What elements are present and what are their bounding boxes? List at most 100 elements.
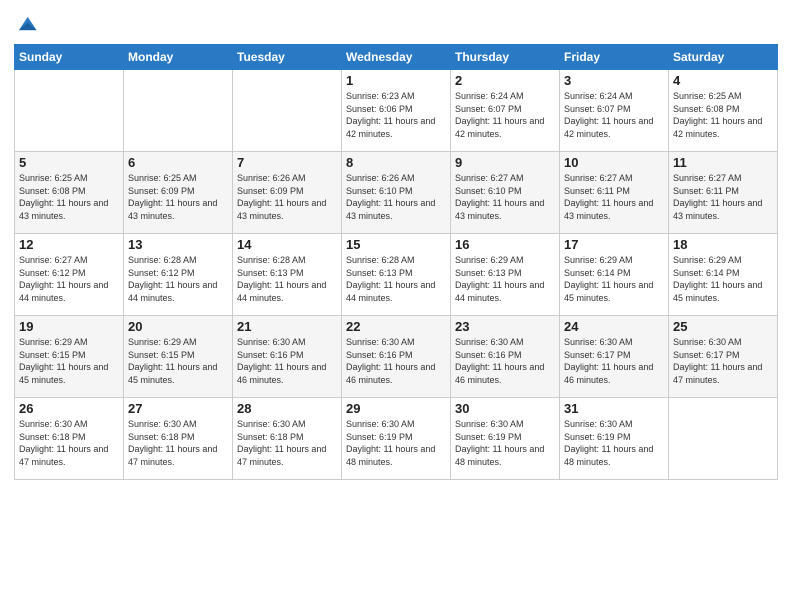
day-info: Sunrise: 6:30 AMSunset: 6:16 PMDaylight:… <box>237 336 337 386</box>
day-cell-19: 19 Sunrise: 6:29 AMSunset: 6:15 PMDayligh… <box>15 316 124 398</box>
day-number: 21 <box>237 319 337 334</box>
day-info: Sunrise: 6:23 AMSunset: 6:06 PMDaylight:… <box>346 90 446 140</box>
day-info: Sunrise: 6:30 AMSunset: 6:19 PMDaylight:… <box>455 418 555 468</box>
day-cell-14: 14 Sunrise: 6:28 AMSunset: 6:13 PMDayligh… <box>233 234 342 316</box>
day-cell-28: 28 Sunrise: 6:30 AMSunset: 6:18 PMDayligh… <box>233 398 342 480</box>
page: SundayMondayTuesdayWednesdayThursdayFrid… <box>0 0 792 612</box>
day-number: 8 <box>346 155 446 170</box>
day-cell-10: 10 Sunrise: 6:27 AMSunset: 6:11 PMDayligh… <box>560 152 669 234</box>
day-info: Sunrise: 6:27 AMSunset: 6:12 PMDaylight:… <box>19 254 119 304</box>
day-cell-3: 3 Sunrise: 6:24 AMSunset: 6:07 PMDaylight… <box>560 70 669 152</box>
day-cell-16: 16 Sunrise: 6:29 AMSunset: 6:13 PMDayligh… <box>451 234 560 316</box>
day-number: 19 <box>19 319 119 334</box>
day-info: Sunrise: 6:28 AMSunset: 6:13 PMDaylight:… <box>237 254 337 304</box>
day-cell-23: 23 Sunrise: 6:30 AMSunset: 6:16 PMDayligh… <box>451 316 560 398</box>
day-number: 9 <box>455 155 555 170</box>
weekday-header-saturday: Saturday <box>669 45 778 70</box>
day-info: Sunrise: 6:30 AMSunset: 6:18 PMDaylight:… <box>19 418 119 468</box>
day-number: 29 <box>346 401 446 416</box>
day-cell-1: 1 Sunrise: 6:23 AMSunset: 6:06 PMDaylight… <box>342 70 451 152</box>
header <box>14 10 778 36</box>
day-number: 13 <box>128 237 228 252</box>
day-cell-29: 29Sunrise: 6:30 AMSunset: 6:19 PMDayligh… <box>342 398 451 480</box>
day-number: 18 <box>673 237 773 252</box>
day-cell-17: 17 Sunrise: 6:29 AMSunset: 6:14 PMDayligh… <box>560 234 669 316</box>
day-number: 20 <box>128 319 228 334</box>
day-cell-7: 7 Sunrise: 6:26 AMSunset: 6:09 PMDaylight… <box>233 152 342 234</box>
day-cell-13: 13 Sunrise: 6:28 AMSunset: 6:12 PMDayligh… <box>124 234 233 316</box>
day-info: Sunrise: 6:30 AMSunset: 6:16 PMDaylight:… <box>455 336 555 386</box>
day-number: 3 <box>564 73 664 88</box>
day-cell-6: 6 Sunrise: 6:25 AMSunset: 6:09 PMDaylight… <box>124 152 233 234</box>
week-row-1: 5 Sunrise: 6:25 AMSunset: 6:08 PMDaylight… <box>15 152 778 234</box>
day-info: Sunrise: 6:27 AMSunset: 6:10 PMDaylight:… <box>455 172 555 222</box>
day-info: Sunrise: 6:30 AMSunset: 6:19 PMDaylight:… <box>564 418 664 468</box>
day-info: Sunrise: 6:29 AMSunset: 6:14 PMDaylight:… <box>564 254 664 304</box>
day-info: Sunrise: 6:24 AMSunset: 6:07 PMDaylight:… <box>564 90 664 140</box>
day-number: 28 <box>237 401 337 416</box>
day-number: 5 <box>19 155 119 170</box>
day-cell-8: 8 Sunrise: 6:26 AMSunset: 6:10 PMDaylight… <box>342 152 451 234</box>
day-info: Sunrise: 6:29 AMSunset: 6:15 PMDaylight:… <box>19 336 119 386</box>
day-info: Sunrise: 6:26 AMSunset: 6:10 PMDaylight:… <box>346 172 446 222</box>
day-number: 7 <box>237 155 337 170</box>
empty-cell <box>233 70 342 152</box>
day-info: Sunrise: 6:30 AMSunset: 6:16 PMDaylight:… <box>346 336 446 386</box>
day-number: 27 <box>128 401 228 416</box>
weekday-header-tuesday: Tuesday <box>233 45 342 70</box>
day-number: 23 <box>455 319 555 334</box>
day-info: Sunrise: 6:28 AMSunset: 6:12 PMDaylight:… <box>128 254 228 304</box>
day-cell-31: 31 Sunrise: 6:30 AMSunset: 6:19 PMDayligh… <box>560 398 669 480</box>
day-info: Sunrise: 6:25 AMSunset: 6:09 PMDaylight:… <box>128 172 228 222</box>
day-number: 16 <box>455 237 555 252</box>
day-info: Sunrise: 6:30 AMSunset: 6:17 PMDaylight:… <box>564 336 664 386</box>
weekday-header-row: SundayMondayTuesdayWednesdayThursdayFrid… <box>15 45 778 70</box>
day-info: Sunrise: 6:27 AMSunset: 6:11 PMDaylight:… <box>564 172 664 222</box>
week-row-0: 1 Sunrise: 6:23 AMSunset: 6:06 PMDaylight… <box>15 70 778 152</box>
day-info: Sunrise: 6:24 AMSunset: 6:07 PMDaylight:… <box>455 90 555 140</box>
day-number: 31 <box>564 401 664 416</box>
day-number: 14 <box>237 237 337 252</box>
day-cell-15: 15 Sunrise: 6:28 AMSunset: 6:13 PMDayligh… <box>342 234 451 316</box>
day-cell-21: 21 Sunrise: 6:30 AMSunset: 6:16 PMDayligh… <box>233 316 342 398</box>
day-info: Sunrise: 6:26 AMSunset: 6:09 PMDaylight:… <box>237 172 337 222</box>
empty-cell <box>15 70 124 152</box>
weekday-header-monday: Monday <box>124 45 233 70</box>
day-number: 6 <box>128 155 228 170</box>
day-number: 17 <box>564 237 664 252</box>
day-cell-27: 27 Sunrise: 6:30 AMSunset: 6:18 PMDayligh… <box>124 398 233 480</box>
day-cell-20: 20 Sunrise: 6:29 AMSunset: 6:15 PMDayligh… <box>124 316 233 398</box>
day-number: 2 <box>455 73 555 88</box>
day-info: Sunrise: 6:30 AMSunset: 6:17 PMDaylight:… <box>673 336 773 386</box>
logo <box>14 14 38 36</box>
day-info: Sunrise: 6:27 AMSunset: 6:11 PMDaylight:… <box>673 172 773 222</box>
day-number: 15 <box>346 237 446 252</box>
day-info: Sunrise: 6:25 AMSunset: 6:08 PMDaylight:… <box>673 90 773 140</box>
day-cell-24: 24Sunrise: 6:30 AMSunset: 6:17 PMDayligh… <box>560 316 669 398</box>
week-row-4: 26Sunrise: 6:30 AMSunset: 6:18 PMDayligh… <box>15 398 778 480</box>
logo-icon <box>16 14 38 36</box>
day-info: Sunrise: 6:29 AMSunset: 6:15 PMDaylight:… <box>128 336 228 386</box>
day-info: Sunrise: 6:30 AMSunset: 6:18 PMDaylight:… <box>128 418 228 468</box>
day-info: Sunrise: 6:25 AMSunset: 6:08 PMDaylight:… <box>19 172 119 222</box>
day-number: 25 <box>673 319 773 334</box>
day-cell-5: 5 Sunrise: 6:25 AMSunset: 6:08 PMDaylight… <box>15 152 124 234</box>
day-info: Sunrise: 6:29 AMSunset: 6:13 PMDaylight:… <box>455 254 555 304</box>
day-cell-26: 26Sunrise: 6:30 AMSunset: 6:18 PMDayligh… <box>15 398 124 480</box>
day-info: Sunrise: 6:30 AMSunset: 6:18 PMDaylight:… <box>237 418 337 468</box>
day-cell-12: 12Sunrise: 6:27 AMSunset: 6:12 PMDayligh… <box>15 234 124 316</box>
empty-cell <box>124 70 233 152</box>
day-cell-11: 11 Sunrise: 6:27 AMSunset: 6:11 PMDayligh… <box>669 152 778 234</box>
weekday-header-friday: Friday <box>560 45 669 70</box>
week-row-3: 19 Sunrise: 6:29 AMSunset: 6:15 PMDayligh… <box>15 316 778 398</box>
day-number: 4 <box>673 73 773 88</box>
day-number: 11 <box>673 155 773 170</box>
day-cell-9: 9 Sunrise: 6:27 AMSunset: 6:10 PMDaylight… <box>451 152 560 234</box>
weekday-header-sunday: Sunday <box>15 45 124 70</box>
day-cell-2: 2 Sunrise: 6:24 AMSunset: 6:07 PMDaylight… <box>451 70 560 152</box>
day-info: Sunrise: 6:29 AMSunset: 6:14 PMDaylight:… <box>673 254 773 304</box>
day-number: 1 <box>346 73 446 88</box>
day-info: Sunrise: 6:28 AMSunset: 6:13 PMDaylight:… <box>346 254 446 304</box>
day-number: 10 <box>564 155 664 170</box>
day-cell-18: 18 Sunrise: 6:29 AMSunset: 6:14 PMDayligh… <box>669 234 778 316</box>
